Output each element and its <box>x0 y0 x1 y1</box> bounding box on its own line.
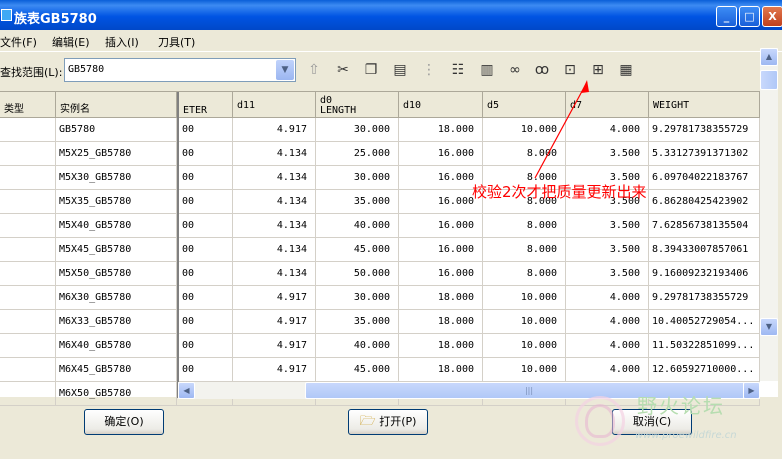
family-table-window: 族表GB5780 _ □ X 文件(F) 编辑(E) 插入(I) 刀具(T) 查… <box>0 0 782 459</box>
watermark-logo-inner <box>585 404 615 438</box>
annotation-text: 校验2次才把质量更新出来 <box>472 183 647 201</box>
watermark-url: www.proewildfire.cn <box>635 430 737 441</box>
watermark: 野火论坛 www.proewildfire.cn <box>575 390 775 455</box>
watermark-text: 野火论坛 <box>637 394 725 418</box>
